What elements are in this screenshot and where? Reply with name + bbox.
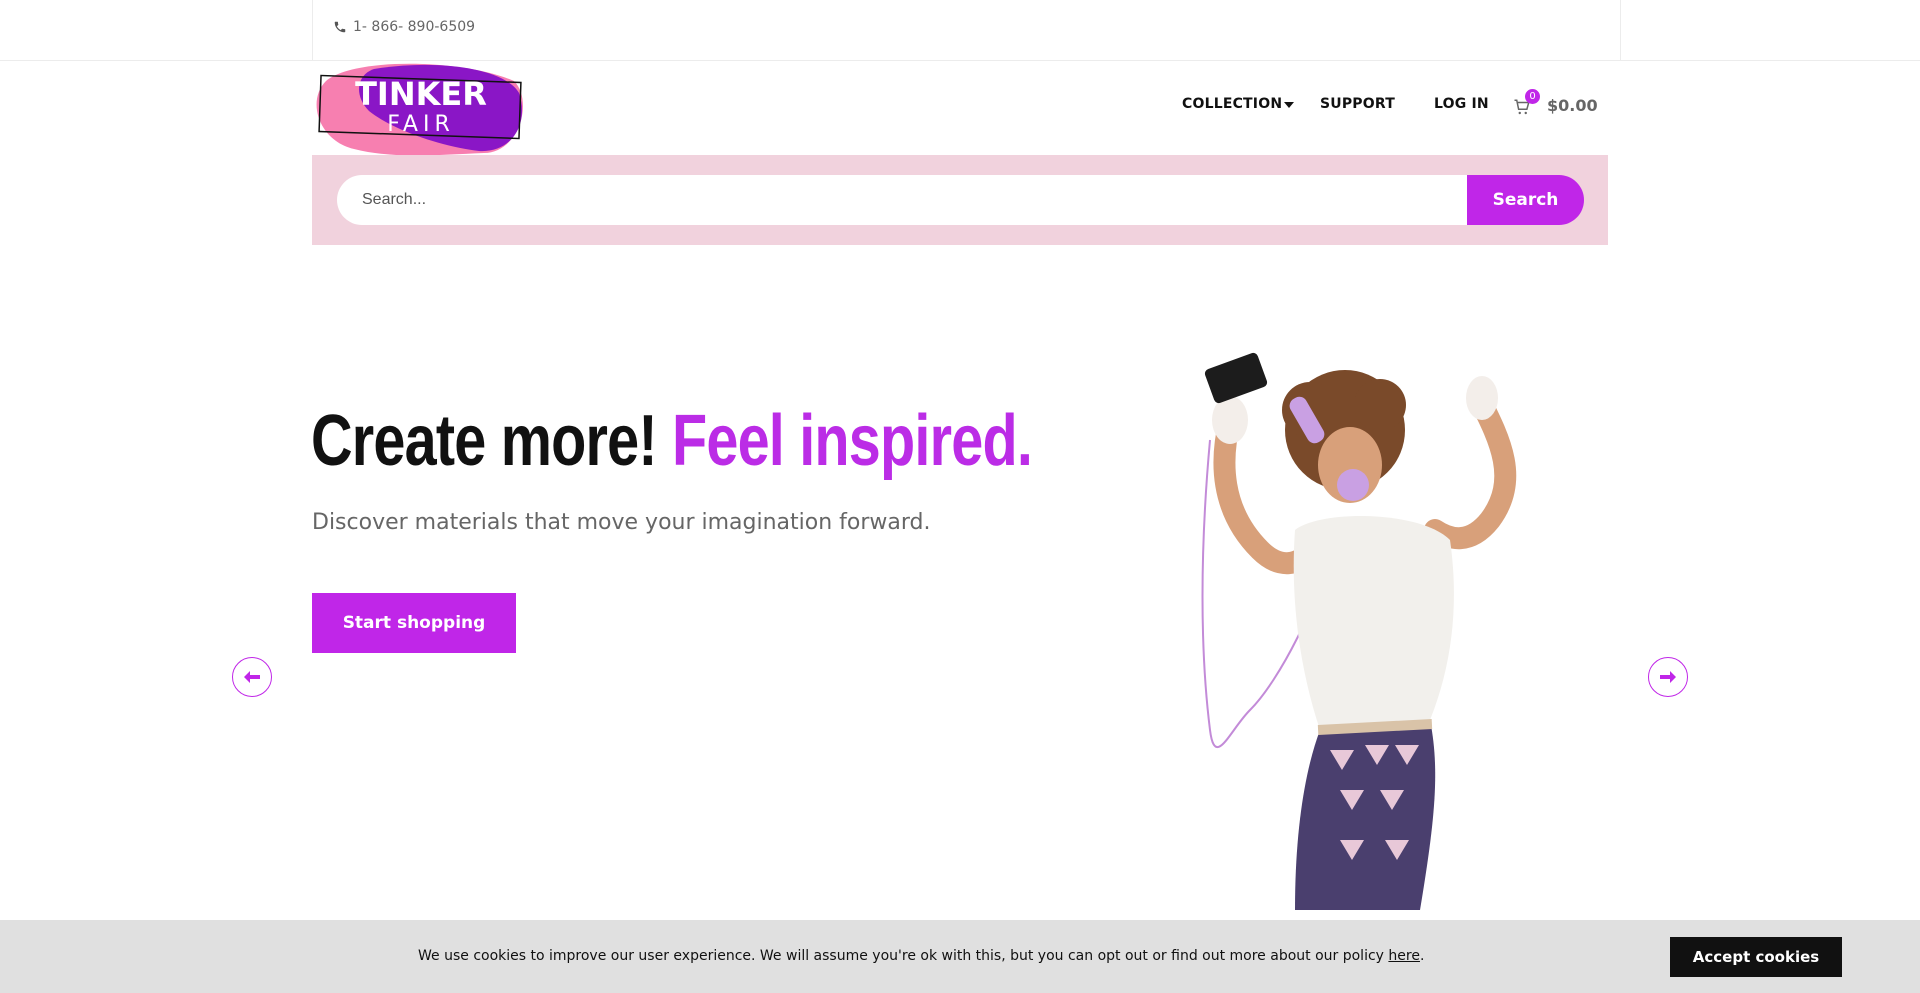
phone-number: 1- 866- 890-6509 xyxy=(353,19,476,35)
cookie-message: We use cookies to improve our user exper… xyxy=(418,948,1424,964)
nav-support-label: SUPPORT xyxy=(1320,96,1395,112)
tinker-fair-logo: TINKER FAIR xyxy=(316,63,523,156)
nav-collection[interactable]: COLLECTION xyxy=(1182,96,1320,112)
cart[interactable]: 0 $0.00 xyxy=(1513,89,1598,115)
cookie-suffix: . xyxy=(1419,948,1425,964)
hero-image-dancer xyxy=(1201,352,1517,910)
cookie-banner: We use cookies to improve our user exper… xyxy=(0,920,1920,993)
cart-icon: 0 xyxy=(1513,89,1540,115)
hero-subtitle: Discover materials that move your imagin… xyxy=(312,510,931,535)
phone-contact[interactable]: 1- 866- 890-6509 xyxy=(333,19,475,35)
search-band: Search xyxy=(312,155,1608,245)
nav-support[interactable]: SUPPORT xyxy=(1320,96,1434,112)
start-shopping-button[interactable]: Start shopping xyxy=(312,593,516,653)
top-bar-inner: 1- 866- 890-6509 xyxy=(312,0,1621,61)
search-button[interactable]: Search xyxy=(1467,175,1584,225)
cart-total: $0.00 xyxy=(1547,95,1598,115)
logo-line2: FAIR xyxy=(387,112,454,137)
main-nav: COLLECTION SUPPORT LOG IN xyxy=(1182,96,1516,112)
caret-down-icon xyxy=(1284,101,1295,108)
nav-collection-label: COLLECTION xyxy=(1182,96,1283,112)
hero-title: Create more! Feel inspired. xyxy=(311,401,1033,481)
cookie-policy-link[interactable]: here xyxy=(1388,948,1420,964)
slider-next-button[interactable] xyxy=(1648,657,1688,697)
arrow-right-icon xyxy=(1660,671,1676,683)
logo-line1: TINKER xyxy=(355,75,487,113)
arrow-left-icon xyxy=(244,671,260,683)
nav-login-label: LOG IN xyxy=(1434,96,1489,112)
phone-icon xyxy=(334,21,346,33)
cart-count-badge: 0 xyxy=(1525,89,1540,104)
hero-title-part1: Create more! xyxy=(311,401,658,481)
cookie-text: We use cookies to improve our user exper… xyxy=(418,948,1384,964)
slider-prev-button[interactable] xyxy=(232,657,272,697)
top-bar: 1- 866- 890-6509 xyxy=(0,0,1920,61)
search-input[interactable] xyxy=(337,175,1477,225)
accept-cookies-button[interactable]: Accept cookies xyxy=(1670,937,1842,977)
nav-login[interactable]: LOG IN xyxy=(1434,96,1516,112)
hero-title-part2: Feel inspired. xyxy=(671,401,1033,481)
site-logo[interactable]: TINKER FAIR xyxy=(314,61,528,156)
